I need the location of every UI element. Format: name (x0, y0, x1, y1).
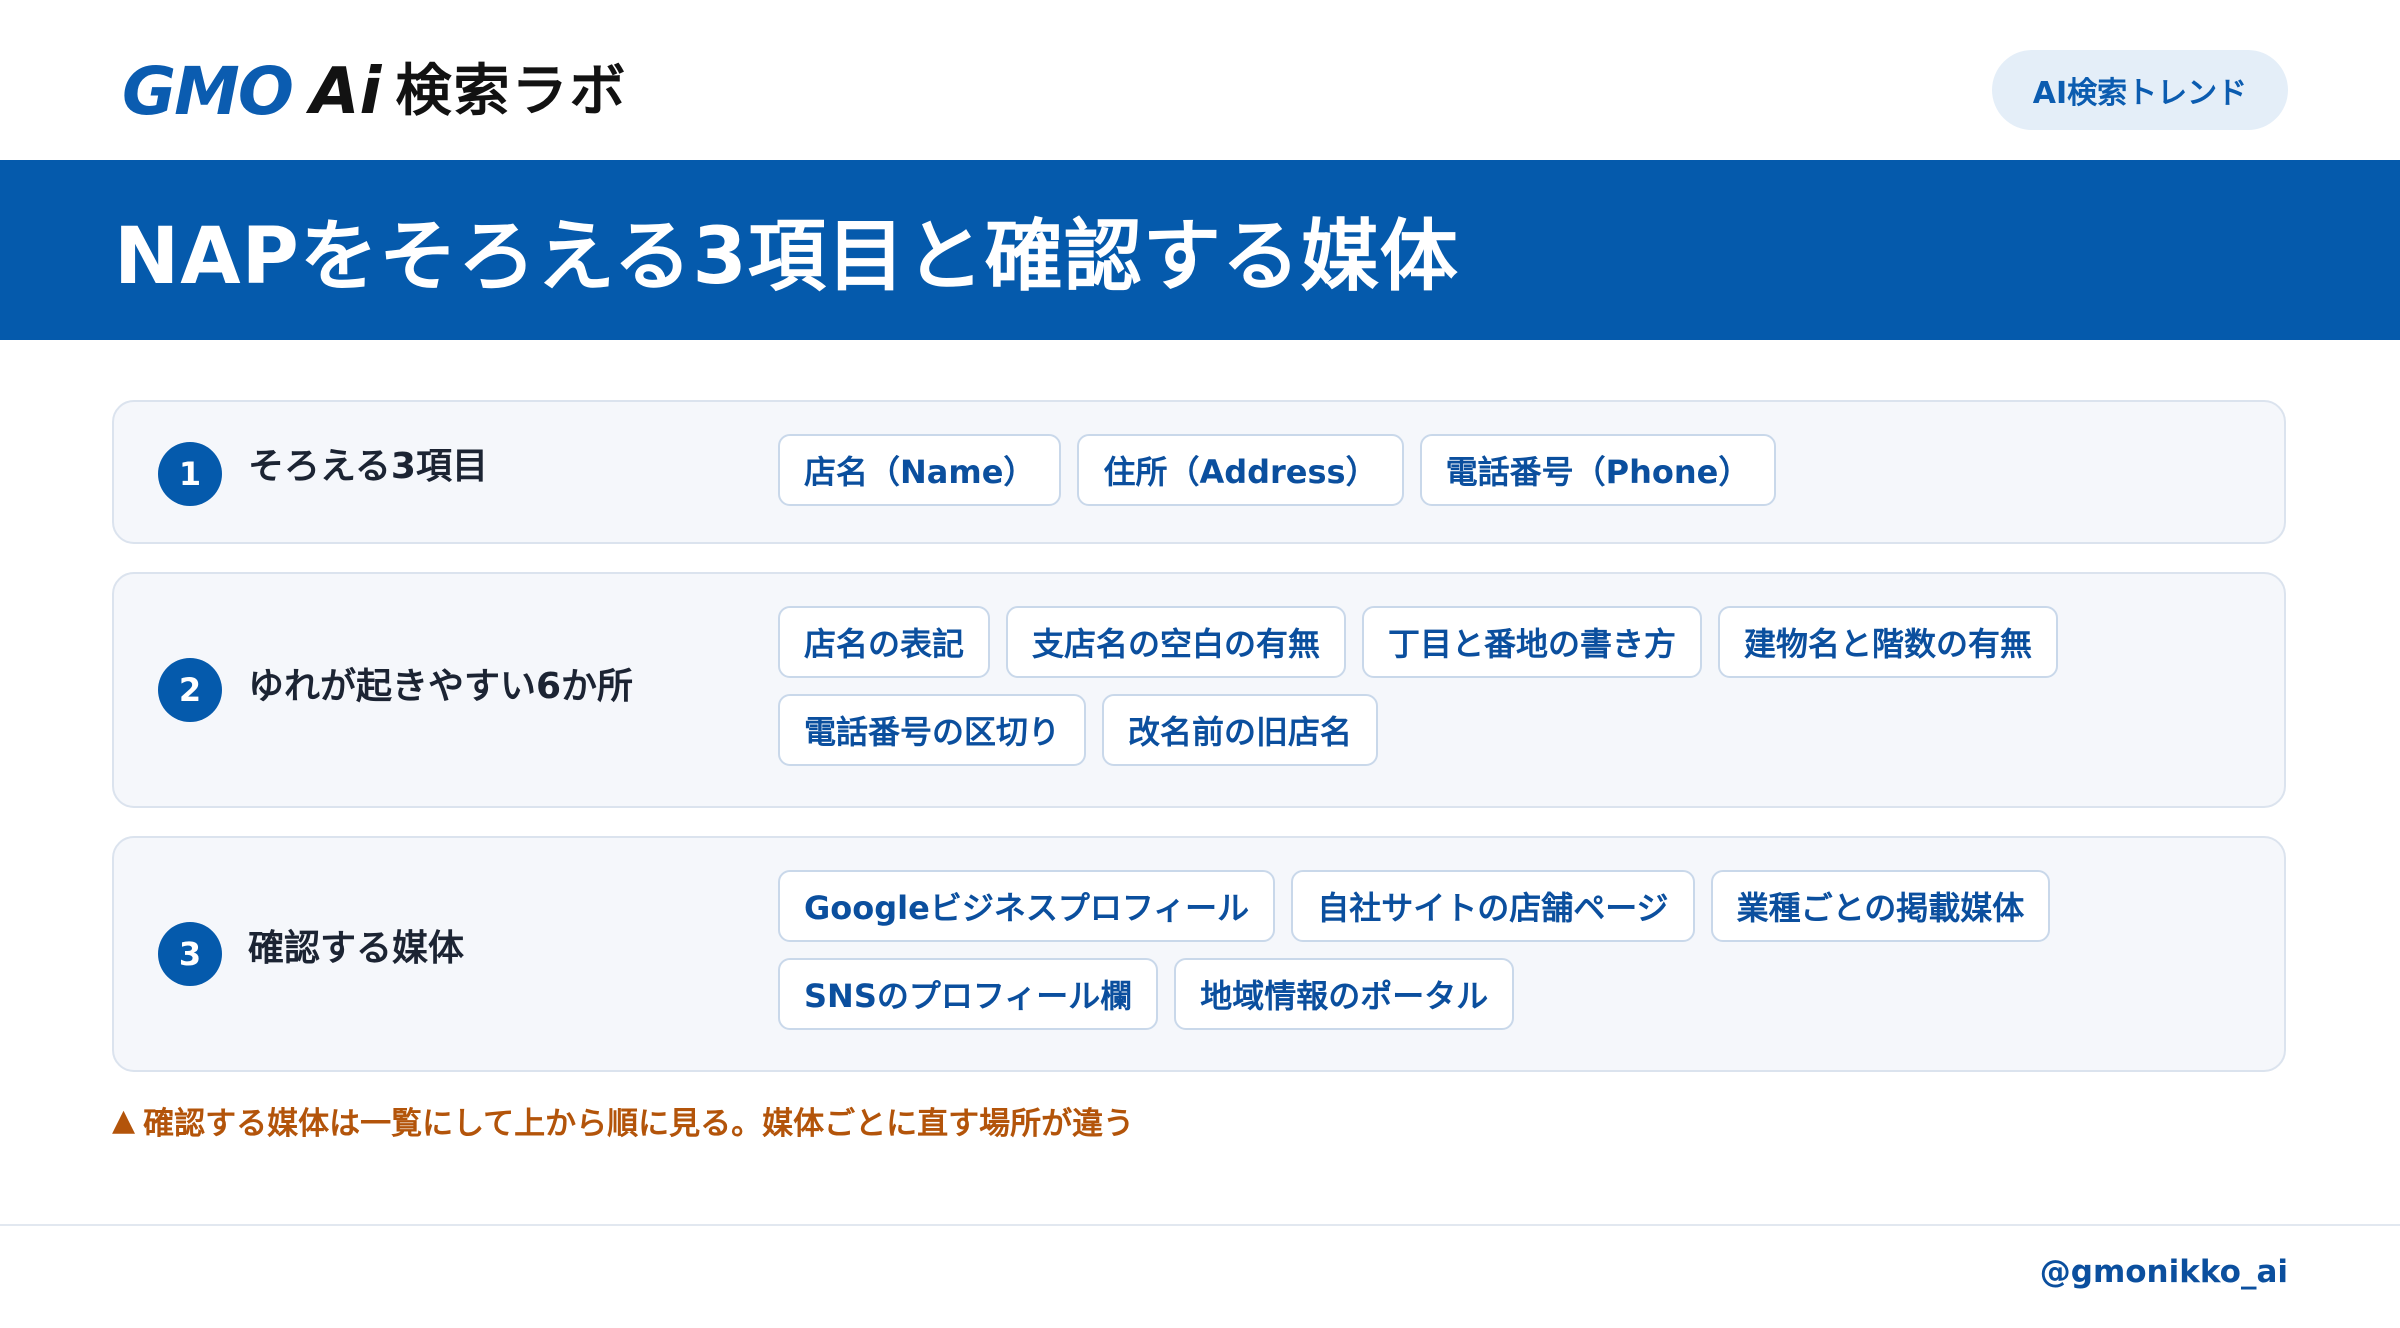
chip-list: 店名（Name） 住所（Address） 電話番号（Phone） (778, 434, 2238, 506)
warning-triangle-icon: ▲ (112, 1103, 136, 1138)
chip: 丁目と番地の書き方 (1362, 606, 1703, 678)
chip: 店名（Name） (778, 434, 1062, 506)
note-text: 確認する媒体は一覧にして上から順に見る。媒体ごとに直す場所が違う (143, 1106, 1135, 1142)
number-badge: 3 (158, 922, 222, 986)
page-title: NAPをそろえる3項目と確認する媒体 (114, 212, 1459, 302)
chip: 地域情報のポータル (1174, 958, 1515, 1030)
card-items: 1 そろえる3項目 店名（Name） 住所（Address） 電話番号（Phon… (112, 400, 2286, 544)
title-band: NAPをそろえる3項目と確認する媒体 (0, 160, 2400, 340)
chip: 改名前の旧店名 (1102, 694, 1379, 766)
chip-list: 店名の表記 支店名の空白の有無 丁目と番地の書き方 建物名と階数の有無 電話番号… (778, 606, 2238, 766)
chip: 電話番号（Phone） (1419, 434, 1777, 506)
account-handle[interactable]: @gmonikko_ai (2040, 1254, 2288, 1290)
logo-gmo: GMO (122, 53, 294, 130)
chip: 建物名と階数の有無 (1718, 606, 2059, 678)
card-label: 確認する媒体 (248, 928, 465, 969)
note: ▲ 確認する媒体は一覧にして上から順に見る。媒体ごとに直す場所が違う (112, 1098, 1134, 1143)
logo[interactable]: GMO Ai 検索ラボ (122, 52, 627, 132)
chip-list: Googleビジネスプロフィール 自社サイトの店舗ページ 業種ごとの掲載媒体 S… (778, 870, 2238, 1030)
chip: 住所（Address） (1077, 434, 1404, 506)
trend-tag[interactable]: AI検索トレンド (1992, 50, 2288, 130)
header: GMO Ai 検索ラボ AI検索トレンド (0, 0, 2400, 160)
card-label: そろえる3項目 (248, 446, 488, 487)
chip: 電話番号の区切り (778, 694, 1087, 766)
logo-lab: 検索ラボ (395, 59, 628, 124)
chip: 支店名の空白の有無 (1006, 606, 1347, 678)
card-variations: 2 ゆれが起きやすい6か所 店名の表記 支店名の空白の有無 丁目と番地の書き方 … (112, 572, 2286, 808)
number-badge: 2 (158, 658, 222, 722)
card-media: 3 確認する媒体 Googleビジネスプロフィール 自社サイトの店舗ページ 業種… (112, 836, 2286, 1072)
logo-ai: Ai (309, 55, 382, 129)
number-badge: 1 (158, 442, 222, 506)
chip: 自社サイトの店舗ページ (1291, 870, 1695, 942)
chip: Googleビジネスプロフィール (778, 870, 1276, 942)
footer-divider (0, 1224, 2400, 1226)
chip: 店名の表記 (778, 606, 991, 678)
chip: 業種ごとの掲載媒体 (1710, 870, 2051, 942)
chip: SNSのプロフィール欄 (778, 958, 1159, 1030)
card-label: ゆれが起きやすい6か所 (248, 666, 634, 707)
